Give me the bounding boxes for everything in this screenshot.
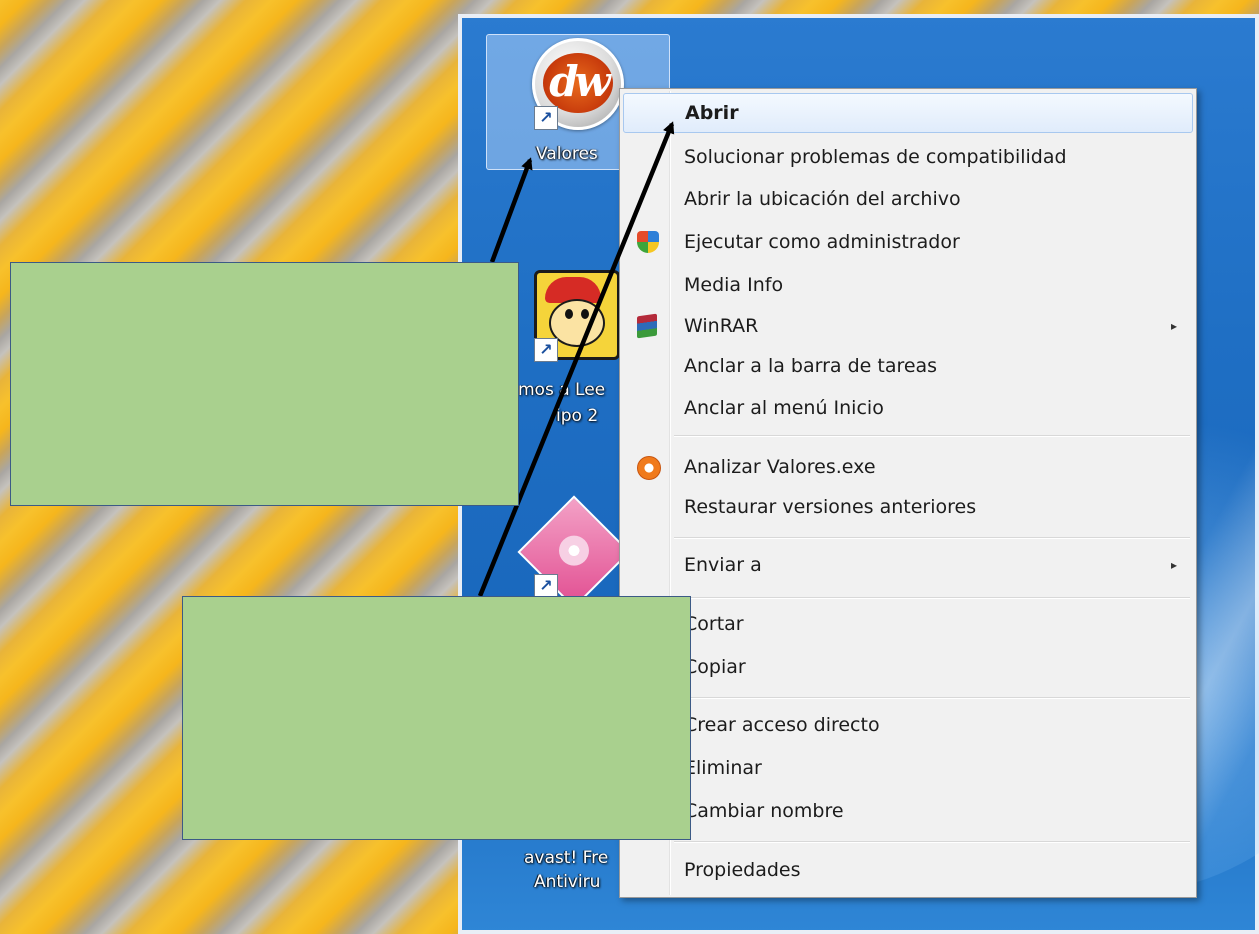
arrow-to-icon <box>489 157 533 263</box>
callout-box-bottom <box>182 596 691 840</box>
callout-box-top <box>10 262 519 506</box>
